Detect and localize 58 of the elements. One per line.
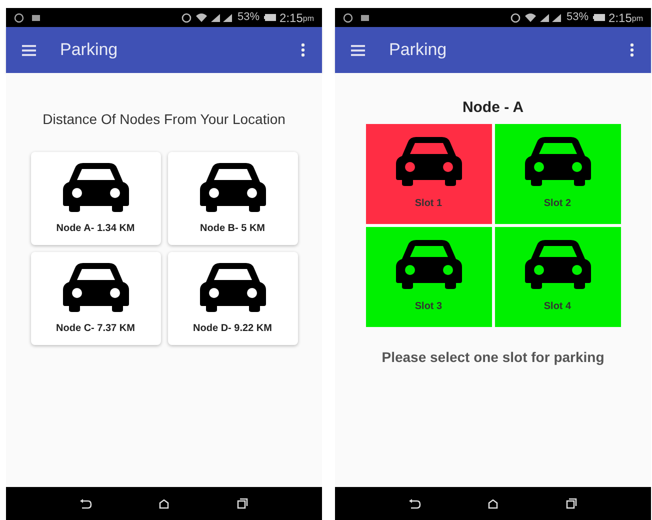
clock-period: pm xyxy=(302,12,314,24)
signal-icon xyxy=(211,14,234,22)
more-icon xyxy=(630,43,634,57)
node-card[interactable]: Node A- 1.34 KM xyxy=(30,152,160,245)
app-title: Parking xyxy=(389,39,447,62)
home-icon xyxy=(488,498,498,508)
recents-button[interactable] xyxy=(566,498,578,509)
car-icon xyxy=(60,162,130,212)
menu-button[interactable] xyxy=(351,44,365,56)
clock-period: pm xyxy=(632,12,643,24)
image-icon xyxy=(361,14,369,20)
more-icon xyxy=(301,43,305,57)
screen-heading: Distance Of Nodes From Your Location xyxy=(42,110,286,129)
back-icon xyxy=(408,498,421,508)
parking-slot[interactable]: Slot 3 xyxy=(366,226,492,326)
signal-icon xyxy=(540,14,562,22)
car-icon xyxy=(522,136,592,186)
more-button[interactable] xyxy=(629,43,635,57)
node-card[interactable]: Node B- 5 KM xyxy=(168,152,298,245)
parking-slot[interactable]: Slot 4 xyxy=(494,226,620,326)
car-icon xyxy=(394,136,464,186)
back-icon xyxy=(80,498,92,508)
node-distance: Node C- 7.37 KM xyxy=(56,322,135,336)
node-distance: Node B- 5 KM xyxy=(200,222,265,236)
battery-percent: 53% xyxy=(566,10,589,26)
wifi-icon xyxy=(196,13,208,22)
menu-button[interactable] xyxy=(22,44,36,56)
car-icon xyxy=(522,239,592,289)
home-button[interactable] xyxy=(488,498,498,508)
menu-icon xyxy=(351,44,365,56)
battery-percent: 53% xyxy=(237,10,260,26)
recents-button[interactable] xyxy=(237,498,248,509)
battery-icon xyxy=(592,14,605,21)
node-title: Node - A xyxy=(462,98,524,118)
battery-icon xyxy=(264,14,276,21)
home-icon xyxy=(159,498,170,508)
node-card[interactable]: Node D- 9.22 KM xyxy=(168,252,298,345)
car-icon xyxy=(394,239,464,289)
home-button[interactable] xyxy=(159,498,170,508)
car-icon xyxy=(60,262,130,312)
parking-slot[interactable]: Slot 2 xyxy=(494,124,620,224)
wifi-icon xyxy=(525,13,536,22)
back-button[interactable] xyxy=(80,498,92,508)
recents-icon xyxy=(566,498,578,509)
node-distance: Node D- 9.22 KM xyxy=(193,322,272,336)
instruction-text: Please select one slot for parking xyxy=(382,348,604,367)
node-distance: Node A- 1.34 KM xyxy=(56,222,135,236)
clock-time: 2:15 xyxy=(280,10,303,26)
clock-time: 2:15 xyxy=(608,10,632,26)
image-icon xyxy=(32,14,40,20)
app-title: Parking xyxy=(60,39,118,62)
car-icon xyxy=(198,262,268,312)
more-button[interactable] xyxy=(300,43,306,57)
car-icon xyxy=(198,162,268,212)
recents-icon xyxy=(237,498,248,509)
menu-icon xyxy=(22,44,36,56)
node-card[interactable]: Node C- 7.37 KM xyxy=(30,252,160,345)
back-button[interactable] xyxy=(408,498,421,508)
